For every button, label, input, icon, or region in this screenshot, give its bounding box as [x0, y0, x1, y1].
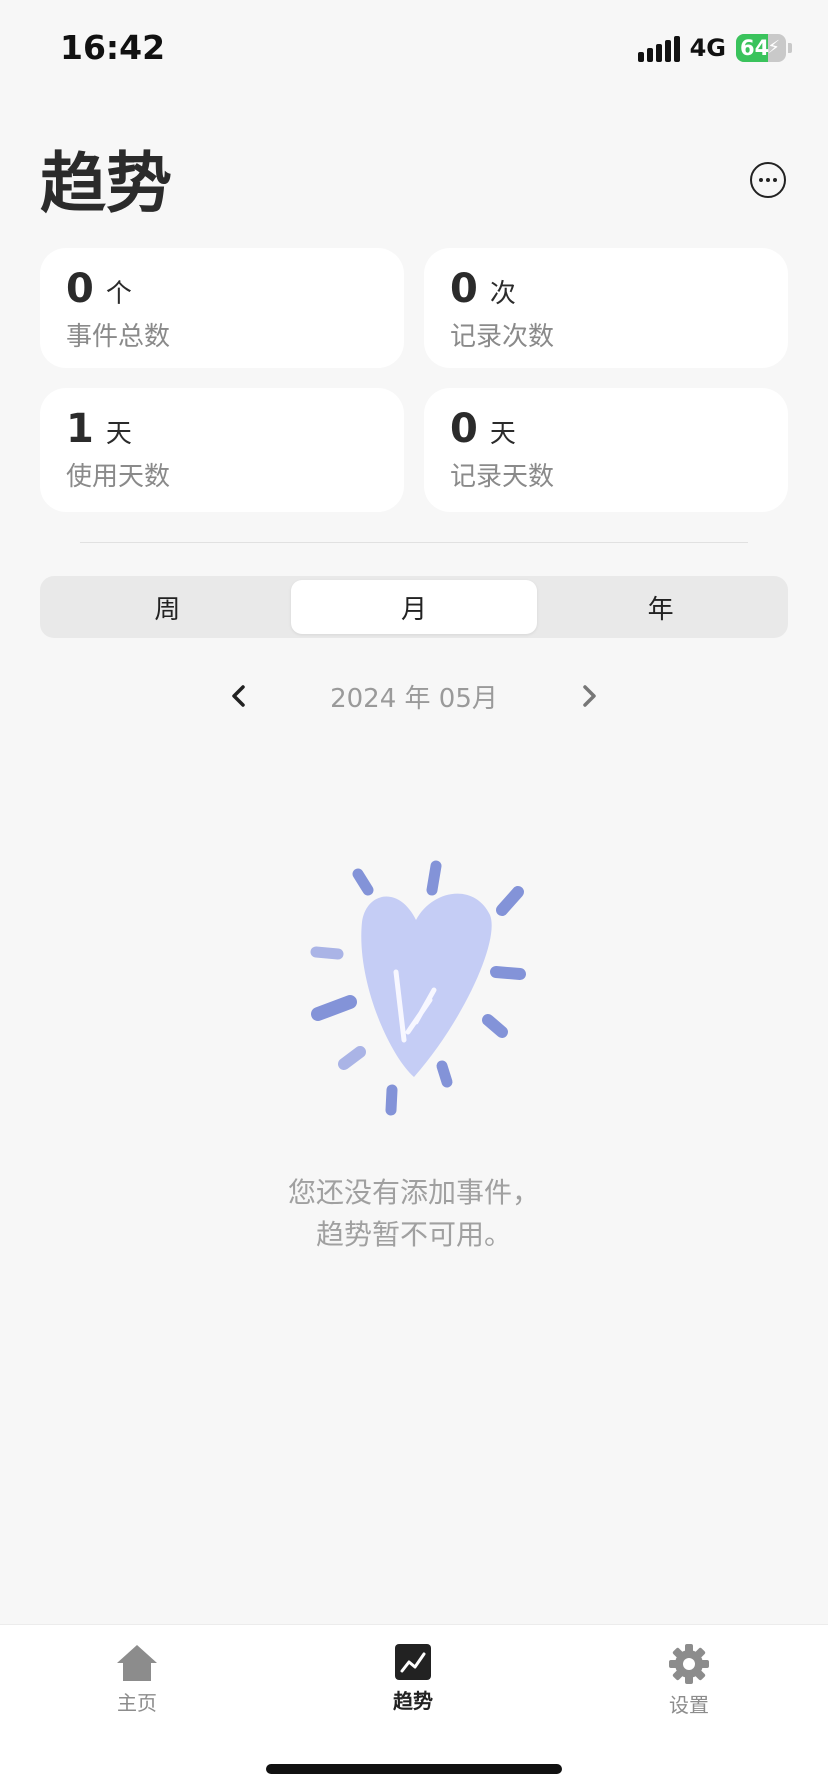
status-time: 16:42	[60, 28, 166, 67]
stat-card-record-days: 0 天 记录天数	[424, 388, 788, 512]
stats-grid: 0 个 事件总数 0 次 记录次数 1 天 使用天数 0 天 记录天数	[40, 248, 788, 512]
stat-value: 0	[66, 266, 94, 312]
gear-icon	[669, 1644, 709, 1684]
stat-value: 0	[450, 406, 478, 452]
empty-state-line2: 趋势暂不可用。	[315, 1218, 512, 1251]
tab-trends[interactable]: 趋势	[353, 1643, 473, 1714]
current-period-label: 2024 年 05月	[330, 683, 498, 714]
status-indicators: 4G 64 ⚡	[637, 34, 792, 62]
stat-card-total-events: 0 个 事件总数	[40, 248, 404, 368]
stat-unit: 天	[105, 419, 132, 449]
network-type: 4G	[689, 34, 726, 62]
stat-card-usage-days: 1 天 使用天数	[40, 388, 404, 512]
date-navigation: 2024 年 05月	[0, 676, 828, 716]
next-period-button[interactable]	[569, 676, 609, 716]
divider	[80, 542, 748, 543]
segment-month[interactable]: 月	[290, 580, 538, 634]
period-segmented-control: 周 月 年	[40, 576, 788, 638]
tab-trends-label: 趋势	[393, 1689, 433, 1713]
page-title: 趋势	[40, 145, 172, 222]
trends-screen: 16:42 4G 64 ⚡ 趋势 0 个 事件总数 0 次 记录次数 1 天 使…	[0, 0, 828, 1792]
previous-period-button[interactable]	[219, 676, 259, 716]
tab-home-label: 主页	[117, 1691, 157, 1715]
stat-label: 记录天数	[450, 462, 555, 492]
tab-settings-label: 设置	[669, 1693, 709, 1717]
empty-state-message: 您还没有添加事件， 趋势暂不可用。	[0, 1172, 828, 1256]
tab-settings[interactable]: 设置	[629, 1643, 749, 1718]
segment-year[interactable]: 年	[537, 580, 784, 634]
home-indicator	[266, 1764, 562, 1774]
battery-icon: 64 ⚡	[736, 34, 786, 62]
stat-card-record-count: 0 次 记录次数	[424, 248, 788, 368]
stat-value: 1	[66, 406, 94, 452]
segment-week[interactable]: 周	[44, 580, 291, 634]
stat-unit: 个	[105, 279, 132, 309]
stat-value: 0	[450, 266, 478, 312]
stat-label: 使用天数	[66, 462, 171, 492]
charging-bolt-icon: ⚡	[767, 37, 780, 58]
stat-unit: 次	[489, 279, 516, 309]
heart-illustration	[310, 860, 526, 1116]
stat-label: 事件总数	[66, 322, 171, 352]
signal-icon	[637, 34, 680, 62]
chevron-left-icon	[232, 685, 245, 707]
battery-level: 64	[740, 36, 770, 60]
empty-state-line1: 您还没有添加事件，	[287, 1176, 540, 1209]
trend-chart-icon	[395, 1644, 431, 1680]
home-icon	[117, 1645, 157, 1681]
chevron-right-icon	[583, 685, 596, 707]
tab-home[interactable]: 主页	[77, 1643, 197, 1716]
more-options-button[interactable]	[750, 162, 786, 198]
stat-unit: 天	[489, 419, 516, 449]
stat-label: 记录次数	[450, 322, 555, 352]
